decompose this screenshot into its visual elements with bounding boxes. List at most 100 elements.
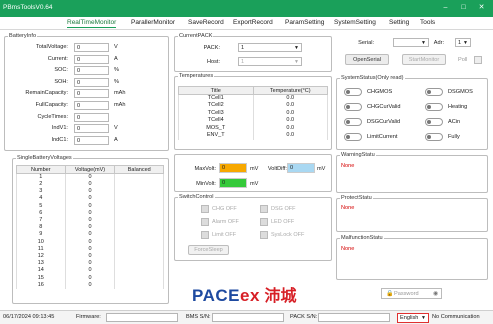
voltage-row: 13 0 [16,260,164,268]
temp-value-cell: 0.0 [252,94,328,102]
maximize-icon[interactable]: □ [458,3,469,13]
temp-value-cell: 0.0 [252,102,328,110]
cell-balanced [114,173,164,181]
language-select[interactable]: English ▼ [397,313,429,323]
tab-system-setting[interactable]: SystemSetting [334,19,376,26]
cell-voltage: 0 [64,267,116,275]
firmware-value [106,313,178,322]
cell-number: 4 [16,195,66,203]
tab-paraller-monitor[interactable]: ParallerMonitor [131,19,175,26]
chevron-down-icon: ▼ [294,45,299,51]
close-icon[interactable]: ✕ [476,3,487,13]
switch-checkbox[interactable] [260,205,268,213]
battery-info-label: IndV1: [51,125,68,132]
cell-voltage: 0 [64,181,116,189]
battery-info-label: SOC: [54,67,68,74]
min-volt-value: 0 [219,178,247,188]
pack-sn-value [318,313,390,322]
cell-voltage: 0 [64,281,116,289]
switch-label: DSG OFF [271,206,296,212]
malfunction-text: None [341,246,355,252]
cell-voltage: 0 [64,216,116,225]
cell-balanced [114,231,164,239]
battery-info-unit: mAh [114,90,126,97]
battery-info-value: 0 [74,43,109,52]
switch-label: LED OFF [271,219,295,225]
cell-number: 16 [16,281,66,289]
tab-param-setting[interactable]: ParamSetting [285,19,324,26]
max-volt-unit: mV [250,166,259,172]
communication-status: No Communication [432,314,480,320]
cell-voltage: 0 [64,238,116,246]
protect-panel: ProtectStatu None [336,195,488,232]
switch-label: SysLock OFF [271,232,305,238]
battery-info-unit: mAh [114,102,126,108]
min-volt-label: MinVolt: [196,181,216,187]
temp-title-cell: ENV_T [178,132,254,140]
serial-select[interactable]: ▼ [393,38,429,47]
tab-tools[interactable]: Tools [420,19,435,26]
battery-info-value: 0 [74,77,109,87]
eye-icon[interactable]: ◉ [433,290,438,297]
cell-number: 9 [16,231,66,239]
temperature-row: TCell3 0.0 [178,109,328,117]
temp-value-cell: 0.0 [252,132,328,140]
cell-voltage: 0 [64,202,116,210]
battery-info-unit: V [114,44,118,50]
voltage-row: 10 [16,173,164,181]
col-voltage: Voltage(mV) [64,165,116,174]
lock-icon: 🔒 [386,291,394,297]
voltage-row: 11 0 [16,245,164,253]
password-field[interactable]: 🔒 Password ◉ [381,288,442,299]
cell-balanced [114,238,164,246]
cell-voltage: 0 [64,245,116,253]
switch-checkbox[interactable] [201,218,209,226]
cell-voltage: 0 [64,274,116,282]
battery-info-value: 0 [74,135,109,145]
voltage-row: 20 [16,181,164,189]
pack-select[interactable]: 1 ▼ [238,43,302,52]
password-placeholder: Password [394,291,419,297]
switch-checkbox[interactable] [201,231,209,239]
serial-label: Serial: [358,40,374,46]
status-toggle [344,118,362,126]
chevron-down-icon: ▼ [463,40,468,46]
force-sleep-button[interactable]: ForceSleep [188,245,229,255]
status-toggle [344,133,362,141]
tab-export-record[interactable]: ExportRecord [233,19,273,26]
tab-realtime-monitor[interactable]: RealTimeMonitor [67,19,117,28]
cell-voltage: 0 [64,188,116,196]
switch-label: CHG OFF [212,206,237,212]
switch-control-title: SwitchControl [178,194,215,200]
switch-checkbox[interactable] [201,205,209,213]
minimize-icon[interactable]: – [440,3,451,13]
battery-info-value: 0 [74,112,109,122]
cell-voltage: 0 [64,195,116,203]
status-toggle [344,88,362,96]
battery-info-value: 0 [74,124,109,134]
status-toggle [425,103,443,111]
host-select[interactable]: 1 ▼ [238,57,302,66]
protect-text: None [341,205,355,211]
switch-checkbox[interactable] [260,218,268,226]
cell-number: 6 [16,209,66,217]
open-serial-button[interactable]: OpenSerial [345,54,389,65]
switch-checkbox[interactable] [260,231,268,239]
poll-checkbox[interactable] [474,56,482,64]
voltage-row: 50 [16,202,164,210]
temperature-row: TCell1 0.0 [178,94,328,102]
tab-setting[interactable]: Setting [389,19,409,26]
tab-save-record[interactable]: SaveRecord [188,19,224,26]
voltage-row: 60 [16,209,164,217]
battery-info-value: 0 [74,66,109,76]
status-label: CHGMOS [367,89,393,95]
malfunction-title: MalfunctionStatu [340,235,384,241]
cell-number: 13 [16,260,66,268]
start-monitor-button[interactable]: StartMonitor [402,54,446,65]
cell-voltage: 0 [64,260,116,268]
switch-label: Limit OFF [212,232,237,238]
temperatures-title: Temperatures [178,73,215,79]
cell-voltage: 0 [64,173,116,181]
adr-select[interactable]: 1 ▼ [455,38,471,47]
volt-diff-label: VoltDiff: [267,166,287,172]
